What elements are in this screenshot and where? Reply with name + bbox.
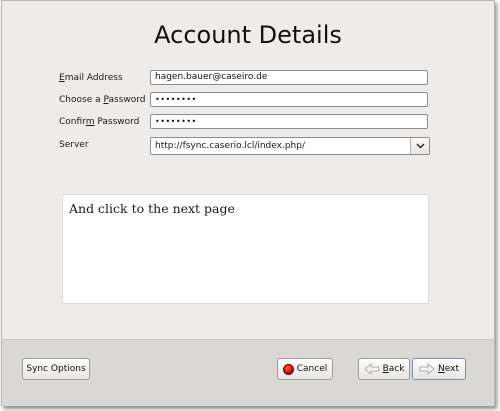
server-dropdown-button[interactable]: [410, 138, 429, 154]
dialog-title: Account Details: [154, 21, 342, 49]
arrow-right-icon: [419, 363, 435, 375]
button-bar: Sync Options Cancel Back Next: [2, 339, 494, 406]
next-button[interactable]: Next: [412, 358, 466, 380]
message-text-area: And click to the next page: [62, 194, 429, 304]
back-label: Back: [382, 364, 405, 374]
back-button[interactable]: Back: [358, 358, 410, 380]
email-label: Email Address: [59, 73, 123, 83]
sync-options-button[interactable]: Sync Options: [22, 358, 90, 380]
cancel-label: Cancel: [296, 364, 328, 374]
server-combobox[interactable]: http://fsync.caserio.lcl/index.php/: [150, 137, 430, 155]
sync-options-label: Sync Options: [26, 364, 86, 374]
server-label: Server: [59, 140, 89, 150]
confirm-password-field[interactable]: ••••••••: [150, 114, 428, 129]
stop-icon: [282, 363, 294, 375]
confirm-password-label: Confirm Password: [59, 117, 140, 127]
arrow-left-icon: [363, 363, 379, 375]
chevron-down-icon: [416, 143, 424, 149]
password-label: Choose a Password: [59, 95, 146, 105]
account-details-dialog: Account Details Email Address hagen.baue…: [1, 0, 495, 406]
next-label: Next: [438, 364, 459, 374]
message-text: And click to the next page: [69, 201, 235, 216]
cancel-button[interactable]: Cancel: [277, 358, 333, 380]
password-field[interactable]: ••••••••: [150, 92, 428, 107]
email-field[interactable]: hagen.bauer@caseiro.de: [150, 70, 428, 85]
server-value: http://fsync.caserio.lcl/index.php/: [155, 141, 305, 151]
